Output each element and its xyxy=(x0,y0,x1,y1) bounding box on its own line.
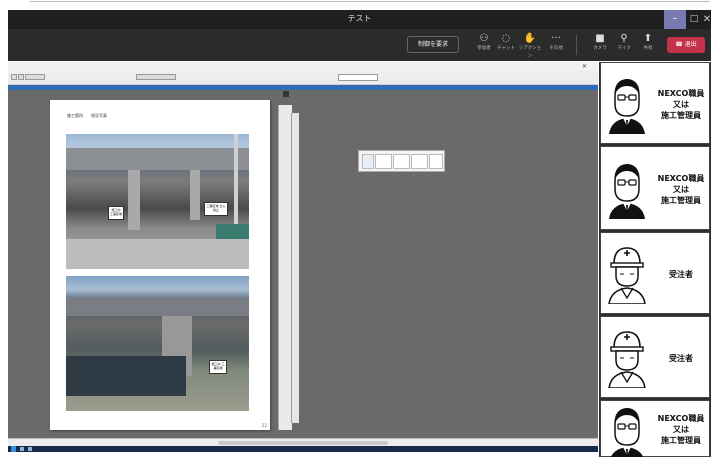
phone-icon: ☎ xyxy=(675,41,683,48)
camera-button[interactable]: ■ カメラ xyxy=(587,32,613,60)
contractor-avatar-icon xyxy=(605,328,649,389)
page-marker xyxy=(283,91,289,97)
toolbar-divider xyxy=(576,35,577,55)
app-tool-button[interactable] xyxy=(25,74,45,80)
staff-avatar-icon xyxy=(605,159,649,219)
app-close-icon[interactable]: ✕ xyxy=(582,63,587,70)
chat-icon: ◌ xyxy=(501,33,511,44)
minimize-icon[interactable]: – xyxy=(664,10,686,29)
shared-screen: ✕ 施工箇所 現況写真 施工中 工事区域 工事区域 立入禁止 施工中 工事区域 … xyxy=(8,62,598,452)
bridge-deck xyxy=(66,148,249,170)
app-toolbar xyxy=(8,71,598,85)
floating-palette[interactable] xyxy=(358,150,445,172)
road xyxy=(66,239,249,269)
site-sign: 工事区域 立入禁止 xyxy=(204,202,228,216)
document-page: 施工箇所 現況写真 施工中 工事区域 工事区域 立入禁止 施工中 工事区域 22 xyxy=(50,100,270,430)
bridge-pillar xyxy=(128,170,140,230)
chat-label: チャット xyxy=(497,46,515,51)
app-title-bar xyxy=(8,62,598,71)
participant-panel: NEXCO職員 又は 施工管理員 NEXCO職員 又は 施工管理員 受注者 受注… xyxy=(599,62,711,457)
camera-icon: ■ xyxy=(595,33,605,44)
app-tool-button[interactable] xyxy=(11,74,17,80)
start-icon[interactable] xyxy=(11,446,16,452)
staff-avatar-icon xyxy=(605,74,649,134)
sheet-heading: 施工箇所 現況写真 xyxy=(67,113,107,118)
mic-button[interactable]: ⚲ マイク xyxy=(611,32,637,60)
share-button[interactable]: ⬆ 共有 xyxy=(635,32,661,60)
participant-tile[interactable]: 受注者 xyxy=(600,232,710,314)
horizontal-scrollbar[interactable] xyxy=(218,441,388,445)
page-stack xyxy=(278,105,292,430)
participant-tile[interactable]: 受注者 xyxy=(600,316,710,398)
window-title: テスト xyxy=(347,14,372,23)
page-stack xyxy=(291,113,299,423)
participant-name: NEXCO職員 又は 施工管理員 xyxy=(657,414,705,445)
participant-tile[interactable]: NEXCO職員 又は 施工管理員 xyxy=(600,62,710,144)
top-divider xyxy=(30,1,710,2)
reactions-label: リアクション xyxy=(518,46,542,59)
page-number: 22 xyxy=(261,423,267,428)
share-label: 共有 xyxy=(643,46,653,51)
palette-tool[interactable] xyxy=(429,154,443,169)
participant-tile[interactable]: NEXCO職員 又は 施工管理員 xyxy=(600,146,710,230)
staff-avatar-icon xyxy=(605,403,649,457)
site-photo-1: 施工中 工事区域 工事区域 立入禁止 xyxy=(66,134,249,269)
participant-tile[interactable]: NEXCO職員 又は 施工管理員 xyxy=(600,400,710,457)
bridge-deck xyxy=(66,298,249,316)
document-viewer[interactable]: 施工箇所 現況写真 施工中 工事区域 工事区域 立入禁止 施工中 工事区域 22 xyxy=(8,90,598,438)
contractor-avatar-icon xyxy=(605,244,649,305)
river xyxy=(66,356,186,396)
reactions-button[interactable]: ✋ リアクション xyxy=(517,32,543,60)
app-tool-button[interactable] xyxy=(18,74,24,80)
share-icon: ⬆ xyxy=(643,33,653,44)
mic-label: マイク xyxy=(617,46,631,51)
reactions-icon: ✋ xyxy=(523,33,537,44)
participant-name: 受注者 xyxy=(669,269,693,279)
more-label: その他 xyxy=(549,46,563,51)
taskbar-app-icon[interactable] xyxy=(28,447,32,451)
palette-tool[interactable] xyxy=(393,154,410,169)
zoom-control[interactable] xyxy=(338,74,378,81)
bridge-pillar xyxy=(190,170,200,220)
more-icon: ··· xyxy=(551,33,561,44)
request-control-button[interactable]: 制御を要求 xyxy=(407,36,459,53)
app-status-bar xyxy=(8,438,598,446)
palette-tool[interactable] xyxy=(411,154,428,169)
os-taskbar xyxy=(8,446,598,452)
site-sign: 施工中 工事区域 xyxy=(108,206,124,220)
leave-button[interactable]: ☎ 退出 xyxy=(667,37,705,53)
maximize-icon[interactable]: □ xyxy=(688,10,700,29)
camera-label: カメラ xyxy=(593,46,607,51)
site-photo-2: 施工中 工事区域 xyxy=(66,276,249,411)
title-bar: テスト – □ ✕ xyxy=(8,10,711,29)
more-button[interactable]: ··· その他 xyxy=(543,32,569,60)
close-icon[interactable]: ✕ xyxy=(702,10,711,29)
leave-label: 退出 xyxy=(684,41,697,48)
palette-tool[interactable] xyxy=(362,154,374,169)
participant-name: NEXCO職員 又は 施工管理員 xyxy=(657,88,705,120)
site-sign: 施工中 工事区域 xyxy=(209,360,227,374)
taskbar-app-icon[interactable] xyxy=(20,447,24,451)
meeting-toolbar: 制御を要求 ⚇ 参加者 ◌ チャット ✋ リアクション ··· その他 ■ カメ… xyxy=(8,29,711,61)
participant-name: 受注者 xyxy=(669,353,693,363)
app-nav-buttons[interactable] xyxy=(136,74,176,80)
chat-button[interactable]: ◌ チャット xyxy=(493,32,519,60)
palette-tool[interactable] xyxy=(375,154,392,169)
participant-name: NEXCO職員 又は 施工管理員 xyxy=(657,173,705,205)
mic-icon: ⚲ xyxy=(620,33,628,44)
